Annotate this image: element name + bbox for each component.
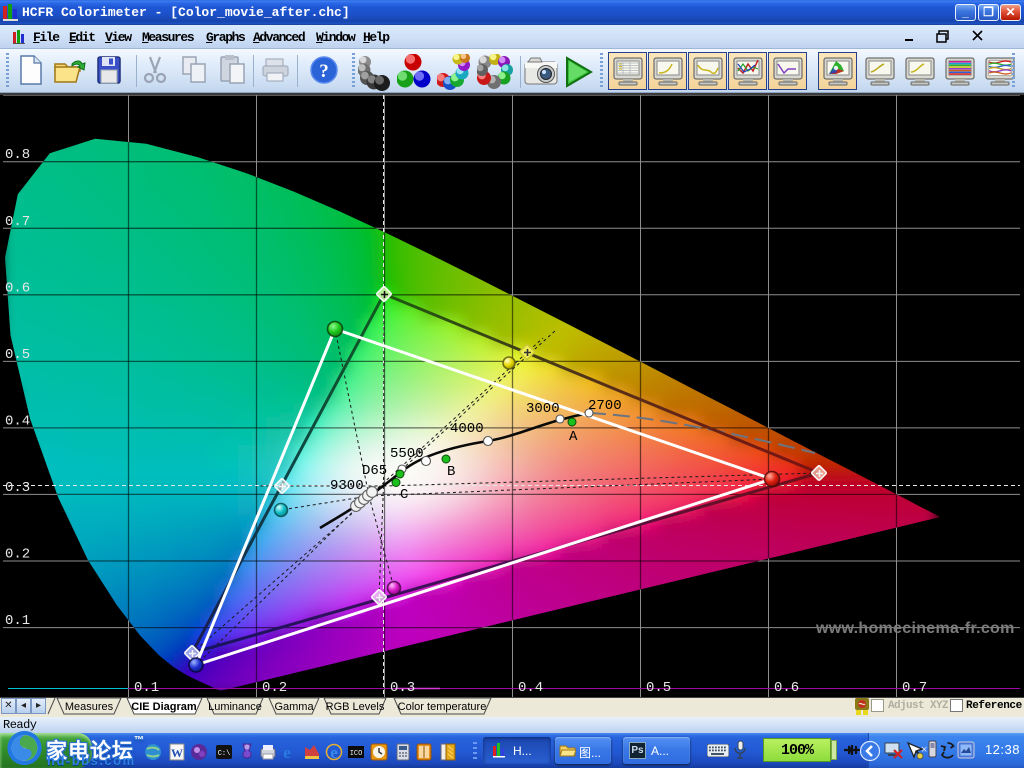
svg-text:Luminance: Luminance: [208, 701, 262, 713]
svg-text:0.2: 0.2: [262, 680, 287, 696]
svg-text:5500: 5500: [390, 446, 424, 462]
svg-text:0.5: 0.5: [5, 347, 30, 363]
svg-text:0.4: 0.4: [518, 680, 543, 696]
svg-text:?: ?: [319, 61, 329, 82]
svg-text:0.8: 0.8: [5, 147, 30, 163]
svg-text:RGB Levels: RGB Levels: [326, 701, 385, 713]
svg-text:0.1: 0.1: [134, 680, 159, 696]
svg-text:0.7: 0.7: [902, 680, 927, 696]
svg-text:www.homecinema-fr.com: www.homecinema-fr.com: [815, 620, 1015, 637]
svg-text:0.3: 0.3: [5, 480, 30, 496]
svg-text:0.6: 0.6: [5, 280, 30, 296]
svg-text:ICO: ICO: [350, 750, 363, 758]
svg-text:3000: 3000: [526, 401, 560, 417]
svg-text:Measures: Measures: [65, 701, 114, 713]
svg-text:2700: 2700: [588, 398, 622, 414]
svg-text:C:\: C:\: [218, 750, 231, 758]
svg-text:0.2: 0.2: [5, 547, 30, 563]
svg-text:4000: 4000: [450, 421, 484, 437]
svg-text:Color temperature: Color temperature: [398, 701, 487, 713]
svg-text:0.4: 0.4: [5, 413, 30, 429]
svg-text:0.7: 0.7: [5, 214, 30, 230]
svg-text:9300: 9300: [330, 478, 364, 494]
svg-text:C: C: [400, 487, 408, 503]
svg-text:W: W: [171, 746, 183, 760]
svg-text:A: A: [569, 429, 578, 445]
svg-text:CIE Diagram: CIE Diagram: [131, 701, 197, 713]
svg-text:D65: D65: [362, 463, 387, 479]
svg-text:0.5: 0.5: [646, 680, 671, 696]
svg-text:0.3: 0.3: [390, 680, 415, 696]
svg-text:B: B: [447, 464, 455, 480]
svg-text:0.6: 0.6: [774, 680, 799, 696]
svg-text:Gamma: Gamma: [274, 701, 314, 713]
svg-text:0.1: 0.1: [5, 613, 30, 629]
svg-text:e: e: [283, 743, 291, 761]
